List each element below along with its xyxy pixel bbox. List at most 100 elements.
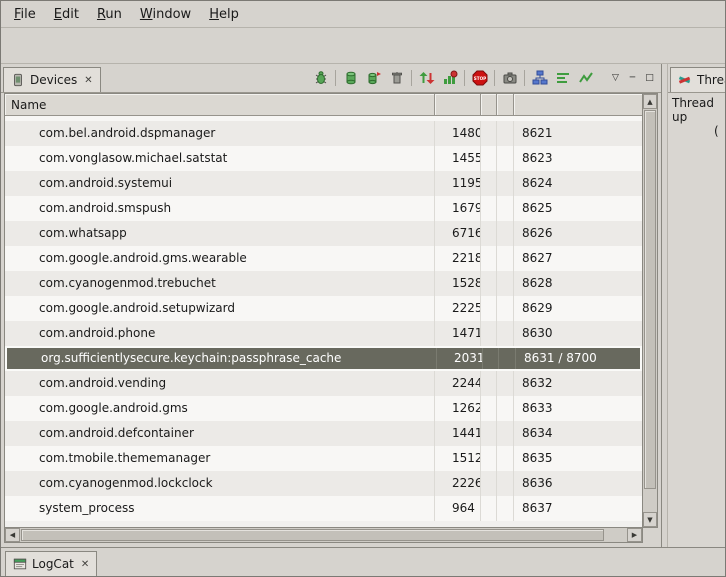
toolbar-separator — [494, 70, 495, 86]
menu-item-window[interactable]: Window — [131, 3, 200, 26]
screen-capture-button[interactable] — [498, 67, 521, 89]
device-col4 — [497, 221, 514, 246]
device-col3 — [481, 296, 497, 321]
scroll-up-icon: ▲ — [647, 98, 652, 106]
method-profiling-button[interactable] — [438, 67, 461, 89]
menu-item-edit[interactable]: Edit — [45, 3, 88, 26]
device-col4 — [497, 396, 514, 421]
device-table-body: com.bel.android.dspmanager 1480 8621 com… — [5, 116, 642, 527]
device-name: com.android.vending — [5, 371, 435, 396]
device-name: com.cyanogenmod.trebuchet — [5, 271, 435, 296]
scroll-right-button[interactable]: ▶ — [627, 528, 642, 542]
table-row[interactable]: system_process 964 8637 — [5, 496, 642, 521]
table-row[interactable]: com.tmobile.thememanager 1512 8635 — [5, 446, 642, 471]
threads-panel-header: Threa — [668, 64, 725, 93]
column-header-port[interactable] — [514, 94, 642, 116]
device-port: 8637 — [514, 496, 642, 521]
update-threads-button[interactable] — [415, 67, 438, 89]
device-col3 — [481, 321, 497, 346]
stop-process-button[interactable]: STOP — [468, 67, 491, 89]
update-threads-icon — [419, 70, 435, 86]
table-row[interactable]: com.android.vending 22440 8632 — [5, 371, 642, 396]
table-row[interactable]: com.android.systemui 1195 8624 — [5, 171, 642, 196]
column-header-3[interactable] — [481, 94, 497, 116]
column-header-4[interactable] — [497, 94, 514, 116]
device-name: com.android.systemui — [5, 171, 435, 196]
view-hierarchy-button[interactable] — [528, 67, 551, 89]
main-area: Devices ✕ — [1, 64, 725, 547]
table-row[interactable]: com.android.defcontainer 14411 8634 — [5, 421, 642, 446]
maximize-button[interactable]: □ — [641, 70, 658, 87]
close-icon[interactable]: ✕ — [82, 75, 92, 86]
vertical-scrollbar[interactable]: ▲ ▼ — [642, 94, 657, 527]
scroll-up-button[interactable]: ▲ — [643, 94, 657, 109]
device-col4 — [497, 196, 514, 221]
cause-gc-button[interactable] — [385, 67, 408, 89]
tab-logcat[interactable]: LogCat ✕ — [5, 551, 97, 576]
table-row[interactable]: com.google.android.gms.wearable 22185 86… — [5, 246, 642, 271]
column-header-pid[interactable] — [435, 94, 481, 116]
debug-process-button[interactable] — [309, 67, 332, 89]
device-port: 8628 — [514, 271, 642, 296]
device-name: com.google.android.gms — [5, 396, 435, 421]
column-header-name[interactable]: Name — [5, 94, 435, 116]
dump-hprof-button[interactable] — [362, 67, 385, 89]
device-col3 — [481, 271, 497, 296]
device-col3 — [481, 246, 497, 271]
horizontal-scroll-track[interactable] — [20, 528, 627, 542]
table-row[interactable]: com.android.smspush 1679 8625 — [5, 196, 642, 221]
tab-threads[interactable]: Threa — [670, 67, 725, 92]
tab-devices[interactable]: Devices ✕ — [3, 67, 101, 92]
table-row[interactable]: com.cyanogenmod.trebuchet 1528 8628 — [5, 271, 642, 296]
device-col4 — [497, 421, 514, 446]
view-menu-button[interactable]: ▽ — [607, 70, 624, 87]
app-window: FileEditRunWindowHelp Devices ✕ — [1, 1, 725, 576]
network-stats-icon — [578, 70, 594, 86]
device-col3 — [481, 446, 497, 471]
vertical-scroll-thumb[interactable] — [644, 110, 656, 489]
device-port: 8627 — [514, 246, 642, 271]
systrace-button[interactable] — [551, 67, 574, 89]
menu-item-help[interactable]: Help — [200, 3, 248, 26]
vertical-scroll-track[interactable] — [643, 109, 657, 512]
device-port: 8621 — [514, 121, 642, 146]
device-pid: 22250 — [435, 296, 481, 321]
table-row[interactable]: com.android.phone 1471 8630 — [5, 321, 642, 346]
device-col3 — [481, 396, 497, 421]
device-pid: 22185 — [435, 246, 481, 271]
table-row[interactable]: com.google.android.setupwizard 22250 862… — [5, 296, 642, 321]
scroll-left-button[interactable]: ◀ — [5, 528, 20, 542]
scroll-down-button[interactable]: ▼ — [643, 512, 657, 527]
horizontal-scrollbar[interactable]: ◀ ▶ — [4, 528, 643, 543]
table-row[interactable]: org.sufficientlysecure.keychain:passphra… — [5, 346, 642, 371]
update-heap-button[interactable] — [339, 67, 362, 89]
device-col3 — [481, 196, 497, 221]
menu-item-file[interactable]: File — [5, 3, 45, 26]
device-name: com.android.smspush — [5, 196, 435, 221]
table-row[interactable]: com.vonglasow.michael.satstat 14553 8623 — [5, 146, 642, 171]
device-col4 — [497, 496, 514, 521]
device-port: 8626 — [514, 221, 642, 246]
minimize-button[interactable]: ─ — [624, 70, 641, 87]
horizontal-scroll-thumb[interactable] — [21, 529, 604, 541]
device-col4 — [497, 321, 514, 346]
device-pid: 1195 — [435, 171, 481, 196]
threads-tab-label: Threa — [697, 73, 725, 87]
device-name: com.cyanogenmod.lockclock — [5, 471, 435, 496]
table-row[interactable]: com.cyanogenmod.lockclock 22265 8636 — [5, 471, 642, 496]
network-stats-button[interactable] — [574, 67, 597, 89]
device-port: 8633 — [514, 396, 642, 421]
device-col4 — [497, 371, 514, 396]
screen-capture-icon — [502, 70, 518, 86]
device-col3 — [481, 496, 497, 521]
table-row[interactable]: com.whatsapp 6716 8626 — [5, 221, 642, 246]
table-row[interactable]: com.bel.android.dspmanager 1480 8621 — [5, 121, 642, 146]
table-row[interactable]: com.google.android.gms 12623 8633 — [5, 396, 642, 421]
bottom-bar: LogCat ✕ — [1, 547, 725, 576]
menu-item-run[interactable]: Run — [88, 3, 131, 26]
debug-icon — [313, 70, 329, 86]
device-col4 — [499, 348, 516, 369]
device-pid: 22265 — [435, 471, 481, 496]
close-icon[interactable]: ✕ — [79, 559, 89, 570]
device-pid: 14553 — [435, 146, 481, 171]
